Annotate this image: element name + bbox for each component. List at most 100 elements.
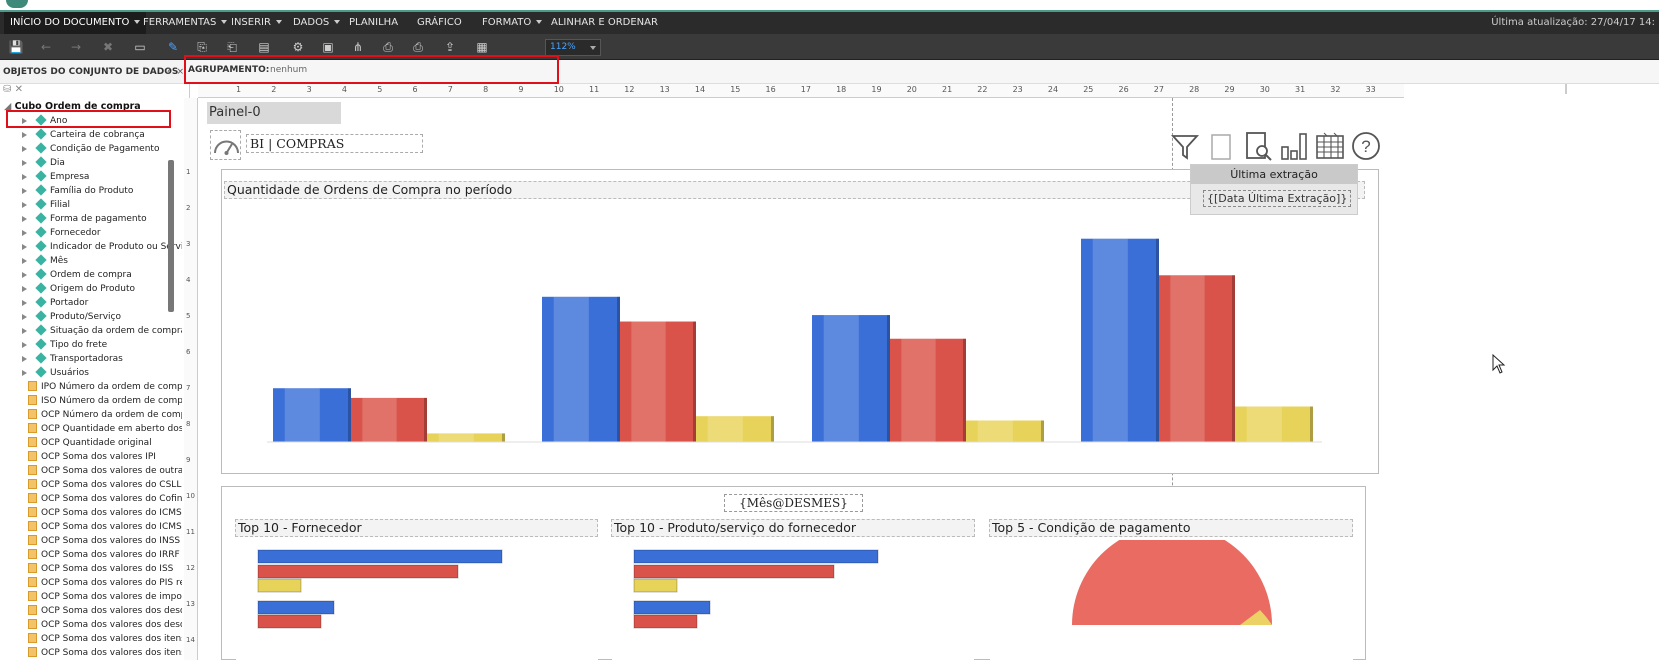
print-icon[interactable]: ⎙ bbox=[380, 39, 396, 55]
expand-icon[interactable] bbox=[22, 132, 27, 138]
ruler-mark: 33 bbox=[1365, 85, 1376, 94]
tree-item-dimension[interactable]: Origem do Produto bbox=[4, 282, 182, 296]
tree-item-dimension[interactable]: Usuários bbox=[4, 366, 182, 380]
expand-icon[interactable] bbox=[22, 202, 27, 208]
tree-item-measure[interactable]: OCP Soma dos valores dos itens bbox=[4, 632, 182, 646]
menu-inserir[interactable]: INSERIR bbox=[231, 12, 282, 34]
copy-icon[interactable]: ⎘ bbox=[194, 39, 210, 55]
filter-icon[interactable] bbox=[1170, 131, 1200, 161]
tree-item-measure[interactable]: OCP Soma dos valores do PIS retido bbox=[4, 576, 182, 590]
tree-item-dimension[interactable]: Indicador de Produto ou Serviço bbox=[4, 240, 182, 254]
tree-item-dimension[interactable]: Forma de pagamento bbox=[4, 212, 182, 226]
expand-icon[interactable] bbox=[22, 188, 27, 194]
dimension-icon bbox=[35, 198, 47, 210]
expand-icon[interactable] bbox=[22, 216, 27, 222]
tree-item-dimension[interactable]: Condição de Pagamento bbox=[4, 142, 182, 156]
clear-icon[interactable]: ✕ bbox=[15, 84, 23, 95]
duplicate-icon[interactable]: ▤ bbox=[256, 39, 272, 55]
tree-item-dimension[interactable]: Empresa bbox=[4, 170, 182, 184]
tree-item-measure[interactable]: OCP Soma dos valores dos itens bbox=[4, 646, 182, 660]
tree-item-dimension[interactable]: Fornecedor bbox=[4, 226, 182, 240]
database-icon[interactable]: ⛁ bbox=[3, 84, 11, 95]
undo-icon[interactable]: ← bbox=[38, 39, 54, 55]
tree-item-measure[interactable]: OCP Soma dos valores do CSLL bbox=[4, 478, 182, 492]
tree-item-dimension[interactable]: Tipo do frete bbox=[4, 338, 182, 352]
table-icon[interactable] bbox=[1315, 131, 1345, 161]
tree-item-dimension[interactable]: Ordem de compra bbox=[4, 268, 182, 282]
tree-item-measure[interactable]: IPO Número da ordem de compra bbox=[4, 380, 182, 394]
menu-in-cio-do-documento[interactable]: INÍCIO DO DOCUMENTO bbox=[4, 12, 147, 34]
expand-icon[interactable] bbox=[22, 258, 27, 264]
expand-icon[interactable] bbox=[22, 356, 27, 362]
edit-icon[interactable]: ✎ bbox=[165, 39, 181, 55]
expand-icon[interactable] bbox=[22, 328, 27, 334]
menu-formato[interactable]: FORMATO bbox=[482, 12, 543, 34]
tree-item-measure[interactable]: OCP Soma dos valores do INSS bbox=[4, 534, 182, 548]
tree-item-dimension[interactable]: Carteira de cobrança bbox=[4, 128, 182, 142]
export-icon[interactable]: ⇪ bbox=[442, 39, 458, 55]
tree-item-dimension[interactable]: Transportadoras bbox=[4, 352, 182, 366]
bookmark-icon[interactable]: ▣ bbox=[320, 39, 336, 55]
tree-item-dimension[interactable]: Portador bbox=[4, 296, 182, 310]
menu-planilha[interactable]: PLANILHA bbox=[349, 12, 398, 34]
highlight-box-ano bbox=[6, 110, 171, 128]
tree-item-dimension[interactable]: Dia bbox=[4, 156, 182, 170]
redo-icon[interactable]: → bbox=[68, 39, 84, 55]
dimension-icon bbox=[35, 254, 47, 266]
tree-item-measure[interactable]: OCP Soma dos valores IPI bbox=[4, 450, 182, 464]
bar-chart-icon[interactable] bbox=[1279, 131, 1309, 161]
page-icon[interactable] bbox=[1207, 131, 1237, 161]
tree-item-measure[interactable]: OCP Soma dos valores de impostos bbox=[4, 590, 182, 604]
tree-item-measure[interactable]: OCP Soma dos valores do Cofins bbox=[4, 492, 182, 506]
save-icon[interactable]: 💾 bbox=[8, 39, 24, 55]
tree-item-dimension[interactable]: Família do Produto bbox=[4, 184, 182, 198]
present-icon[interactable]: ▭ bbox=[132, 39, 148, 55]
document-search-icon[interactable] bbox=[1244, 131, 1274, 161]
menu-ferramentas[interactable]: FERRAMENTAS bbox=[143, 12, 228, 34]
scrollbar[interactable] bbox=[168, 160, 174, 312]
expand-icon[interactable] bbox=[22, 370, 27, 376]
close-glyph[interactable]: × bbox=[176, 67, 184, 77]
paste-icon[interactable]: ⎗ bbox=[224, 39, 240, 55]
expand-icon[interactable] bbox=[22, 272, 27, 278]
tree-item-measure[interactable]: OCP Quantidade em aberto dos itens bbox=[4, 422, 182, 436]
tree-item-measure[interactable]: OCP Soma dos valores do ICMS ST bbox=[4, 520, 182, 534]
tree-item-measure[interactable]: OCP Soma dos valores dos descontos bbox=[4, 604, 182, 618]
tree-item-measure[interactable]: OCP Número da ordem de compra bbox=[4, 408, 182, 422]
print-preview-icon[interactable]: ⎙ bbox=[410, 39, 426, 55]
tree-item-measure[interactable]: OCP Soma dos valores dos descontos bbox=[4, 618, 182, 632]
expand-icon[interactable] bbox=[22, 174, 27, 180]
expand-icon[interactable] bbox=[22, 160, 27, 166]
expand-icon[interactable] bbox=[22, 286, 27, 292]
dashboard-title[interactable]: BI | COMPRAS bbox=[246, 134, 423, 153]
settings-icon[interactable]: ⚙ bbox=[290, 39, 306, 55]
share-icon[interactable]: ⋔ bbox=[350, 39, 366, 55]
expand-icon[interactable] bbox=[22, 314, 27, 320]
delete-icon[interactable]: ✖ bbox=[100, 39, 116, 55]
tree-item-measure[interactable]: ISO Número da ordem de compra bbox=[4, 394, 182, 408]
help-icon[interactable]: ? bbox=[166, 67, 171, 77]
tree-item-measure[interactable]: OCP Soma dos valores do ICMS bbox=[4, 506, 182, 520]
zoom-select[interactable]: 112% bbox=[545, 39, 601, 56]
close-icon[interactable]: ? × bbox=[166, 60, 184, 83]
tree-item-dimension[interactable]: Filial bbox=[4, 198, 182, 212]
expand-icon[interactable] bbox=[22, 230, 27, 236]
tree-item-measure[interactable]: OCP Quantidade original bbox=[4, 436, 182, 450]
expand-icon[interactable] bbox=[22, 300, 27, 306]
tree-item-measure[interactable]: OCP Soma dos valores de outras bbox=[4, 464, 182, 478]
tree-item-measure[interactable]: OCP Soma dos valores do ISS bbox=[4, 562, 182, 576]
expand-icon[interactable] bbox=[22, 244, 27, 250]
tree-item-measure[interactable]: OCP Soma dos valores do IRRF bbox=[4, 548, 182, 562]
tree-item-dimension[interactable]: Produto/Serviço bbox=[4, 310, 182, 324]
menu-alinhar-e-ordenar[interactable]: ALINHAR E ORDENAR bbox=[551, 12, 658, 34]
tree-item-dimension[interactable]: Situação da ordem de compra bbox=[4, 324, 182, 338]
menu-dados[interactable]: DADOS bbox=[293, 12, 341, 34]
menu-gr-fico[interactable]: GRÁFICO bbox=[417, 12, 462, 34]
month-field[interactable]: {Mês@DESMES} bbox=[724, 494, 863, 512]
tree-item-dimension[interactable]: Mês bbox=[4, 254, 182, 268]
expand-icon[interactable] bbox=[22, 146, 27, 152]
panel-name[interactable]: Painel-0 bbox=[207, 102, 341, 124]
expand-icon[interactable] bbox=[22, 342, 27, 348]
help-icon[interactable]: ? bbox=[1351, 131, 1381, 161]
layout-icon[interactable]: ▦ bbox=[474, 39, 490, 55]
